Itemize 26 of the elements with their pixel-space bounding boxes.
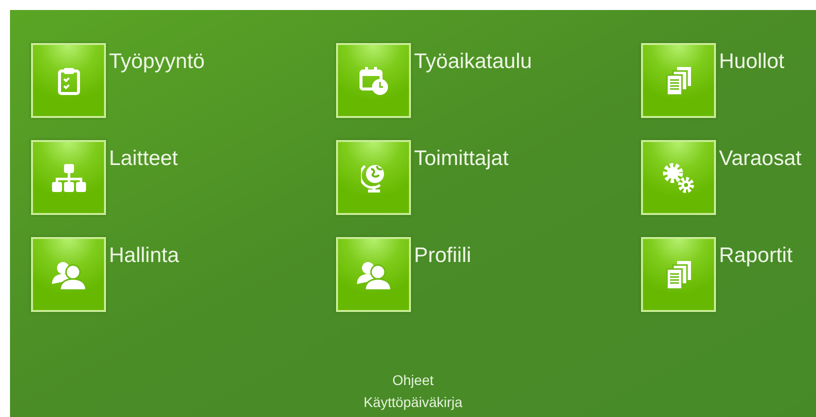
- footer-link[interactable]: Ohjeet: [392, 369, 434, 391]
- tile-button[interactable]: [31, 237, 106, 312]
- tile-label[interactable]: Raportit: [719, 243, 793, 269]
- tile-label[interactable]: Varaosat: [719, 146, 802, 172]
- users-icon: [50, 260, 86, 290]
- tile-button[interactable]: [31, 140, 106, 215]
- tile-label[interactable]: Hallinta: [109, 243, 180, 269]
- footer-link[interactable]: Käyttöpäiväkirja: [364, 391, 462, 413]
- tile-label[interactable]: Huollot: [719, 49, 784, 75]
- tile-label[interactable]: Toimittajat: [414, 146, 509, 172]
- hierarchy-icon: [52, 162, 86, 192]
- tile-label[interactable]: Työaikataulu: [414, 49, 532, 75]
- clipboard-icon: [58, 66, 80, 94]
- tile-button[interactable]: [336, 140, 411, 215]
- calendar-clock-icon: [358, 66, 388, 96]
- tile-button[interactable]: [31, 43, 106, 118]
- tile-label[interactable]: Työpyyntö: [109, 49, 205, 75]
- tile-button[interactable]: [336, 237, 411, 312]
- tile-label[interactable]: Profiili: [414, 243, 472, 269]
- tile-label[interactable]: Laitteet: [109, 146, 178, 172]
- users-icon: [356, 260, 392, 290]
- tile-button[interactable]: [641, 140, 716, 215]
- gears-icon: [662, 162, 696, 194]
- tile-button[interactable]: [641, 237, 716, 312]
- tile-button[interactable]: [641, 43, 716, 118]
- tile-button[interactable]: [336, 43, 411, 118]
